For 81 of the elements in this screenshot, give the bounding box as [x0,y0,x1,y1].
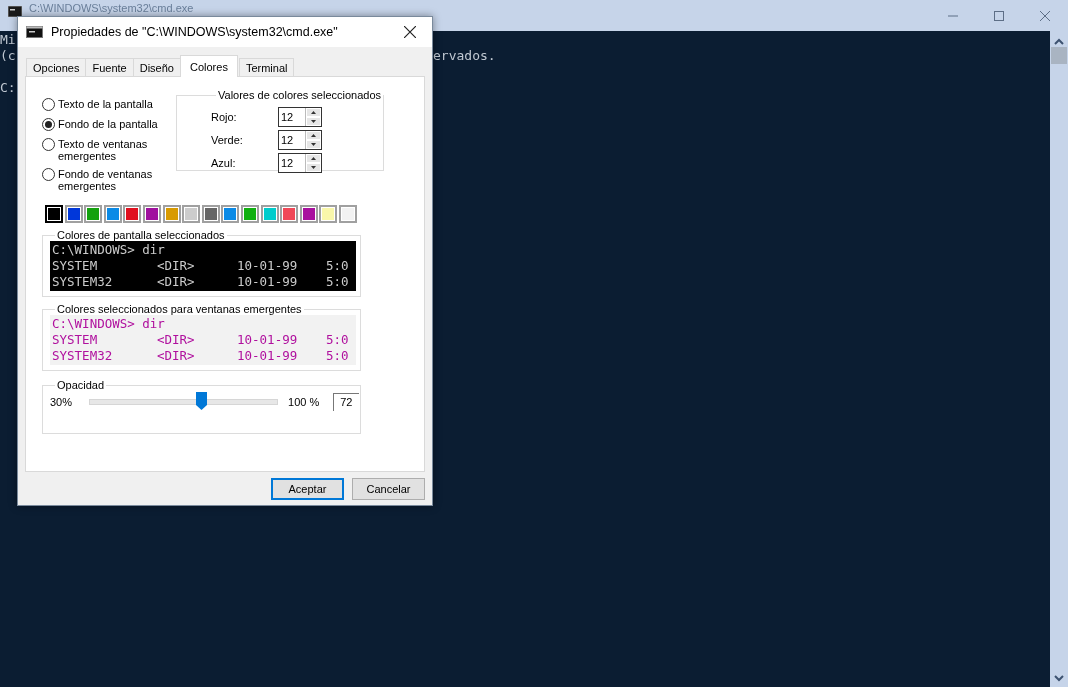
color-swatch[interactable] [240,205,259,223]
slider-thumb[interactable] [196,392,208,410]
preview-text: C:\WINDOWS> dir [52,242,166,258]
color-swatch[interactable] [84,205,103,223]
opacity-slider[interactable] [89,393,279,411]
radio-label: Texto de ventanas emergentes [58,137,149,162]
color-swatch[interactable] [142,205,161,223]
console-text: ervados. [433,48,496,64]
preview-text: 10-01-99 [237,332,299,348]
radio-button[interactable] [42,138,55,151]
preview-text: <DIR> [157,258,196,274]
dialog-title: Propiedades de "C:\WINDOWS\system32\cmd.exe" [51,25,338,39]
color-swatch[interactable] [103,205,122,223]
radio-label: Fondo de la pantalla [58,117,158,130]
scroll-down-icon[interactable] [1054,674,1064,682]
color-swatch[interactable] [182,205,201,223]
preview-text: 5:0 [326,348,350,364]
color-swatch[interactable] [319,205,338,223]
color-swatch[interactable] [123,205,142,223]
color-swatch[interactable] [64,205,83,223]
group-title: Opacidad [56,379,106,391]
radio-button[interactable] [42,98,55,111]
console-icon [8,6,22,17]
preview-text: 10-01-99 [237,258,299,274]
radio-button[interactable] [42,118,55,131]
dialog-button[interactable]: Cancelar [352,478,425,500]
radio-button[interactable] [42,168,55,181]
color-swatch[interactable] [299,205,318,223]
spin-up-icon[interactable] [306,130,321,140]
preview-text: 5:0 [326,332,350,348]
group-title: Valores de colores seleccionados [217,89,383,101]
scroll-up-icon[interactable] [1054,38,1064,46]
spin-field[interactable]: 12 [278,152,322,173]
field-label: Rojo: [211,110,238,123]
scrollbar-thumb[interactable] [1051,47,1067,64]
preview-text: <DIR> [157,348,196,364]
preview-text: SYSTEM32 [52,348,114,364]
preview-text: SYSTEM32 [52,274,114,290]
preview-text: 5:0 [326,274,350,290]
close-icon[interactable] [404,26,416,38]
spin-up-icon[interactable] [306,153,321,163]
preview-text: C:\WINDOWS> dir [52,316,166,332]
spin-down-icon[interactable] [306,139,321,149]
console-icon [26,26,43,38]
preview-text: SYSTEM [52,258,99,274]
radio-label: Texto de la pantalla [58,97,153,110]
spin-down-icon[interactable] [306,162,321,172]
spin-field[interactable]: 12 [278,106,322,127]
tab[interactable]: Terminal [238,58,295,76]
field-label: Azul: [211,156,237,169]
preview-text: 10-01-99 [237,348,299,364]
spin-down-icon[interactable] [306,116,321,126]
console-text: (c [0,48,16,64]
group-title: Colores seleccionados para ventanas emergentes [56,303,303,315]
color-swatch[interactable] [201,205,220,223]
spin-up-icon[interactable] [306,107,321,117]
color-swatch[interactable] [280,205,299,223]
spin-field[interactable]: 12 [278,129,322,150]
preview-text: 5:0 [326,258,350,274]
dialog-button[interactable]: Aceptar [271,478,344,500]
console-text: Mi [0,32,16,48]
opacity-value: 72 [333,393,360,411]
color-swatch[interactable] [162,205,181,223]
preview-text: SYSTEM [52,332,99,348]
color-swatch[interactable] [260,205,279,223]
tab[interactable]: Colores [180,55,238,77]
color-swatch[interactable] [338,205,357,223]
max-label: 100 % [288,396,320,408]
min-label: 30% [50,396,73,408]
tab[interactable]: Opciones [26,58,87,76]
preview-text: <DIR> [157,332,196,348]
window-title: C:\WINDOWS\system32\cmd.exe [29,2,194,14]
radio-label: Fondo de ventanas emergentes [58,167,154,192]
preview-text: <DIR> [157,274,196,290]
field-label: Verde: [211,133,244,146]
color-swatch[interactable] [221,205,240,223]
group-title: Colores de pantalla seleccionados [56,229,226,241]
maximize-icon[interactable] [994,10,1004,21]
color-swatch[interactable] [45,205,63,223]
console-text: C: [0,80,16,96]
preview-text: 10-01-99 [237,274,299,290]
